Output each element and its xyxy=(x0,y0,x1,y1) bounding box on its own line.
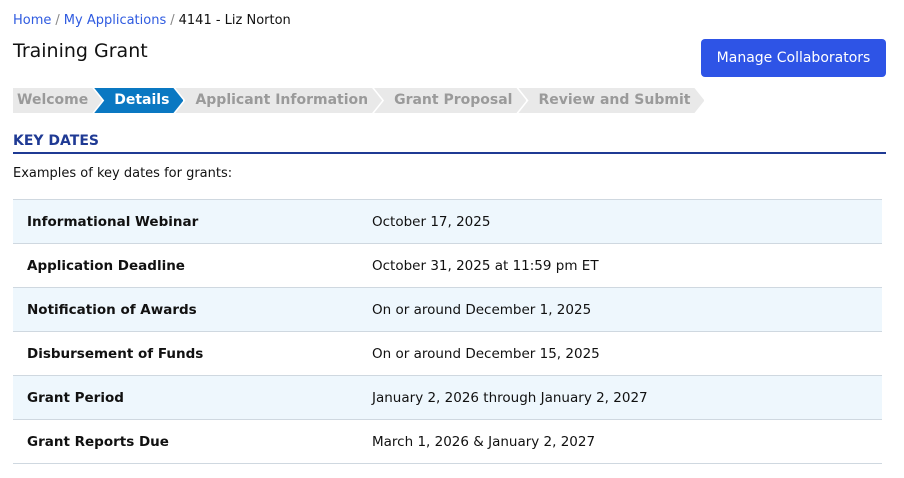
table-row: Grant Period January 2, 2026 through Janu… xyxy=(13,375,882,420)
row-label: Disbursement of Funds xyxy=(13,331,372,376)
table-row: Disbursement of Funds On or around Decemb… xyxy=(13,331,882,376)
row-label: Application Deadline xyxy=(13,243,372,288)
table-row: Notification of Awards On or around Decem… xyxy=(13,287,882,332)
step-review-and-submit[interactable]: Review and Submit xyxy=(518,88,704,113)
row-value: October 31, 2025 at 11:59 pm ET xyxy=(372,243,882,288)
step-applicant-information[interactable]: Applicant Information xyxy=(175,88,382,113)
row-value: On or around December 1, 2025 xyxy=(372,287,882,332)
key-dates-table: Informational Webinar October 17, 2025 Ap… xyxy=(13,199,882,464)
breadcrumb-current: 4141 - Liz Norton xyxy=(178,13,291,28)
breadcrumb-home[interactable]: Home xyxy=(13,13,51,28)
manage-collaborators-button[interactable]: Manage Collaborators xyxy=(701,39,886,77)
progress-steps: Welcome Details Applicant Information Gr… xyxy=(13,88,704,113)
step-welcome[interactable]: Welcome xyxy=(13,88,102,113)
row-label: Informational Webinar xyxy=(13,199,372,244)
row-value: On or around December 15, 2025 xyxy=(372,331,882,376)
page-title: Training Grant xyxy=(13,40,148,62)
row-value: January 2, 2026 through January 2, 2027 xyxy=(372,375,882,420)
breadcrumb: Home / My Applications/4141 - Liz Norton xyxy=(13,13,291,28)
table-row: Informational Webinar October 17, 2025 xyxy=(13,199,882,244)
section-title: KEY DATES xyxy=(13,133,886,154)
breadcrumb-my-applications[interactable]: My Applications xyxy=(64,13,166,28)
breadcrumb-separator: / xyxy=(55,13,60,28)
row-value: March 1, 2026 & January 2, 2027 xyxy=(372,419,882,464)
table-row: Grant Reports Due March 1, 2026 & January… xyxy=(13,419,882,464)
row-label: Grant Reports Due xyxy=(13,419,372,464)
row-label: Grant Period xyxy=(13,375,372,420)
step-grant-proposal[interactable]: Grant Proposal xyxy=(374,88,526,113)
table-row: Application Deadline October 31, 2025 at … xyxy=(13,243,882,288)
breadcrumb-separator: / xyxy=(170,13,175,28)
row-label: Notification of Awards xyxy=(13,287,372,332)
intro-text: Examples of key dates for grants: xyxy=(13,166,233,181)
row-value: October 17, 2025 xyxy=(372,199,882,244)
step-details[interactable]: Details xyxy=(94,88,183,113)
